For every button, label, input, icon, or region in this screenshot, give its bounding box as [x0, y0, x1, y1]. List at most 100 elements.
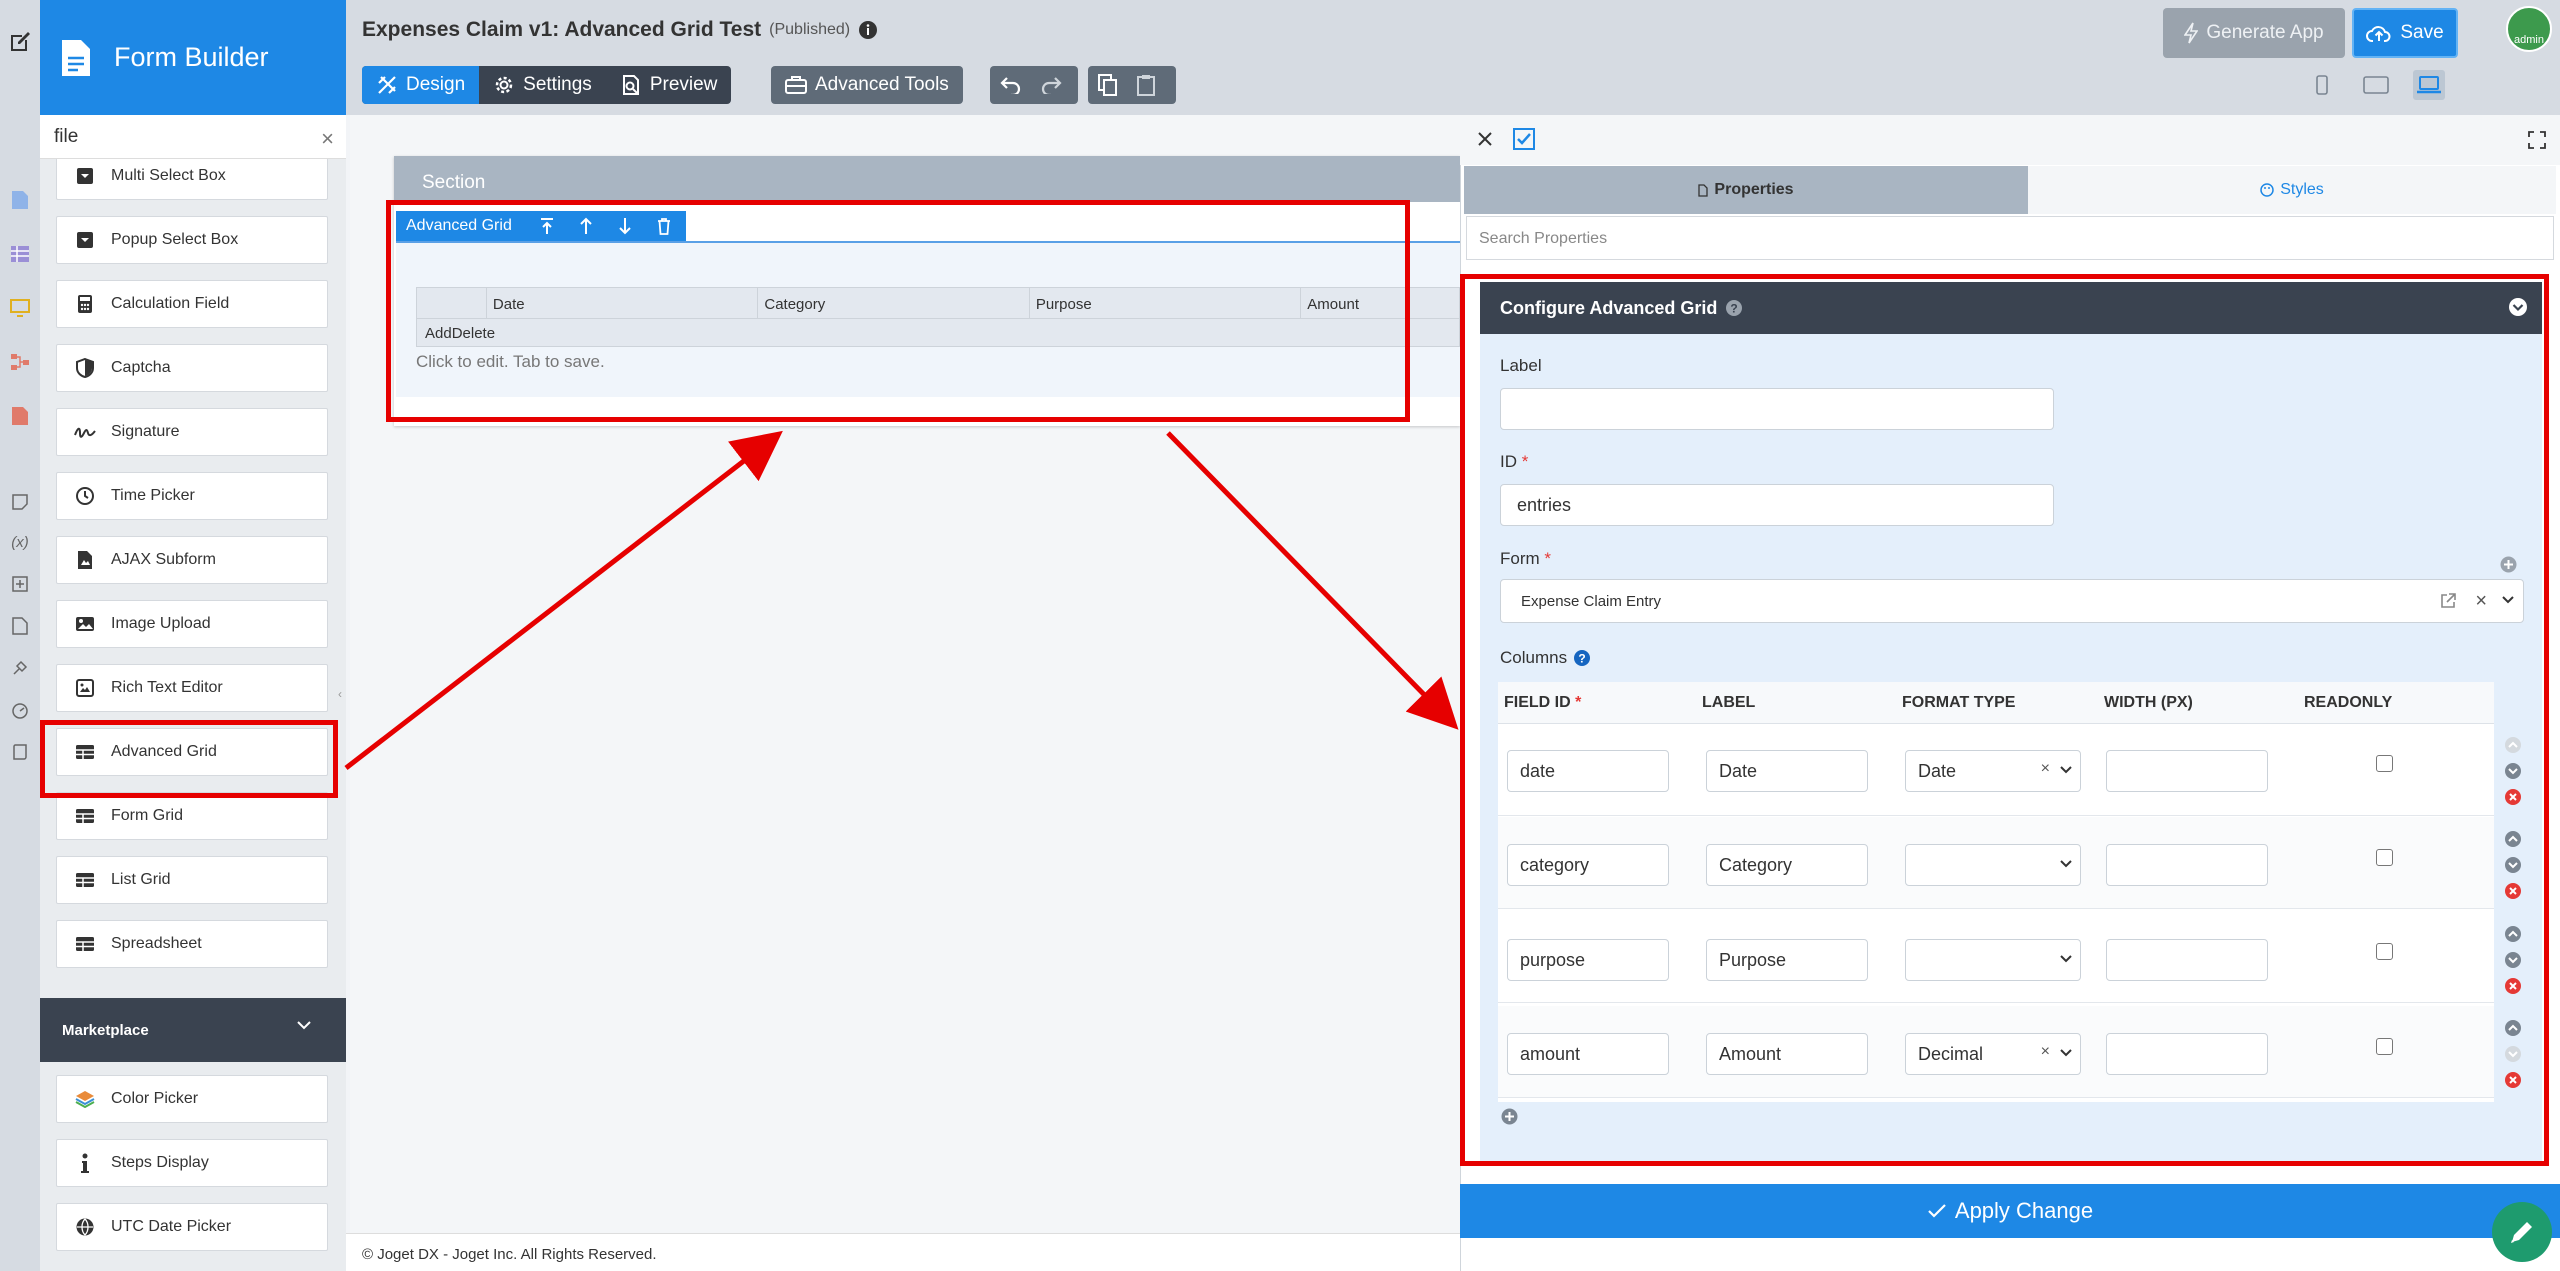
- palette-item-time-picker[interactable]: Time Picker: [56, 472, 328, 520]
- form-icon[interactable]: [8, 188, 32, 212]
- log-icon[interactable]: [8, 740, 32, 764]
- expand-icon[interactable]: [2528, 131, 2546, 149]
- move-down-icon[interactable]: [2504, 1045, 2522, 1063]
- pdf-icon[interactable]: [8, 404, 32, 428]
- generate-app-button[interactable]: Generate App: [2163, 8, 2345, 58]
- remove-row-icon[interactable]: [2504, 977, 2522, 995]
- remove-row-icon[interactable]: [2504, 788, 2522, 806]
- move-up-icon[interactable]: [2504, 925, 2522, 943]
- label-input[interactable]: [1500, 388, 2054, 430]
- width-input[interactable]: [2106, 1033, 2268, 1075]
- width-input[interactable]: [2106, 750, 2268, 792]
- remove-row-icon[interactable]: [2504, 882, 2522, 900]
- width-input[interactable]: [2106, 844, 2268, 886]
- save-button[interactable]: Save: [2352, 8, 2458, 58]
- clear-select-icon[interactable]: ×: [2041, 760, 2050, 778]
- palette-item-advanced-grid[interactable]: Advanced Grid: [56, 728, 328, 776]
- field-id-input[interactable]: amount: [1507, 1033, 1669, 1075]
- palette-item-captcha[interactable]: Captcha: [56, 344, 328, 392]
- undo-button[interactable]: [990, 66, 1032, 104]
- field-id-input[interactable]: purpose: [1507, 939, 1669, 981]
- device-mobile-button[interactable]: [2306, 70, 2338, 100]
- format-type-select[interactable]: [1905, 939, 2081, 981]
- search-properties-input[interactable]: Search Properties: [1466, 216, 2554, 260]
- help-icon[interactable]: ?: [1725, 299, 1743, 317]
- paste-button[interactable]: [1128, 66, 1164, 104]
- move-down-icon[interactable]: [2504, 951, 2522, 969]
- palette-item-image-upload[interactable]: Image Upload: [56, 600, 328, 648]
- info-icon[interactable]: [858, 20, 878, 40]
- palette-item-signature[interactable]: Signature: [56, 408, 328, 456]
- clear-search-icon[interactable]: ×: [321, 126, 334, 152]
- palette-item-color-picker[interactable]: Color Picker: [56, 1075, 328, 1123]
- section-header[interactable]: Section: [394, 156, 1460, 202]
- device-desktop-button[interactable]: [2413, 70, 2445, 100]
- apply-change-button[interactable]: Apply Change: [1460, 1184, 2560, 1238]
- arrow-up-icon[interactable]: [567, 217, 606, 235]
- readonly-checkbox[interactable]: [2376, 1038, 2393, 1055]
- clear-select-icon[interactable]: ×: [2041, 1043, 2050, 1061]
- palette-item-multi-select-box[interactable]: Multi Select Box: [56, 159, 328, 200]
- move-up-icon[interactable]: [2504, 830, 2522, 848]
- checkbox-checked-icon[interactable]: [1513, 128, 1535, 150]
- edit-app-icon[interactable]: [8, 30, 32, 54]
- readonly-checkbox[interactable]: [2376, 943, 2393, 960]
- resources-icon[interactable]: [8, 572, 32, 596]
- tab-settings[interactable]: Settings: [479, 66, 606, 104]
- form-select[interactable]: Expense Claim Entry ×: [1500, 579, 2524, 623]
- format-type-select[interactable]: Decimal ×: [1905, 1033, 2081, 1075]
- field-id-input[interactable]: category: [1507, 844, 1669, 886]
- datalist-icon[interactable]: [8, 242, 32, 266]
- tab-preview[interactable]: Preview: [606, 66, 732, 104]
- palette-item-form-grid[interactable]: Form Grid: [56, 792, 328, 840]
- tab-design[interactable]: Design: [362, 66, 480, 104]
- collapse-chevron-icon[interactable]: [2508, 297, 2528, 317]
- plugin-icon[interactable]: [8, 656, 32, 680]
- label-input[interactable]: Date: [1706, 750, 1868, 792]
- tab-styles[interactable]: Styles: [2028, 166, 2556, 214]
- readonly-checkbox[interactable]: [2376, 755, 2393, 772]
- external-link-icon[interactable]: [2439, 592, 2457, 610]
- move-top-icon[interactable]: [528, 217, 567, 235]
- label-input[interactable]: Purpose: [1706, 939, 1868, 981]
- copy-button[interactable]: [1088, 66, 1128, 104]
- clear-select-icon[interactable]: ×: [2475, 590, 2487, 613]
- palette-item-steps-display[interactable]: Steps Display: [56, 1139, 328, 1187]
- process-icon[interactable]: [8, 350, 32, 374]
- palette-item-ajax-subform[interactable]: AJAX Subform: [56, 536, 328, 584]
- advanced-tools-button[interactable]: Advanced Tools: [771, 66, 963, 104]
- close-icon[interactable]: [1477, 131, 1493, 147]
- label-input[interactable]: Category: [1706, 844, 1868, 886]
- marketplace-header[interactable]: Marketplace: [40, 998, 346, 1062]
- variable-icon[interactable]: (x): [8, 530, 32, 554]
- add-column-icon[interactable]: [1501, 1108, 1518, 1125]
- tab-properties[interactable]: Properties: [1464, 166, 2028, 214]
- move-up-icon[interactable]: [2504, 736, 2522, 754]
- note-icon[interactable]: [8, 490, 32, 514]
- move-down-icon[interactable]: [2504, 856, 2522, 874]
- performance-icon[interactable]: [8, 698, 32, 722]
- move-down-icon[interactable]: [2504, 762, 2522, 780]
- label-input[interactable]: Amount: [1706, 1033, 1868, 1075]
- remove-row-icon[interactable]: [2504, 1071, 2522, 1089]
- format-type-select[interactable]: [1905, 844, 2081, 886]
- configure-header[interactable]: Configure Advanced Grid ?: [1480, 282, 2542, 334]
- palette-search-input[interactable]: file ×: [40, 115, 346, 159]
- userview-icon[interactable]: [8, 296, 32, 320]
- palette-item-utc-date-picker[interactable]: UTC Date Picker: [56, 1203, 328, 1251]
- grid-add-delete[interactable]: AddDelete: [416, 319, 1460, 347]
- help-icon[interactable]: ?: [1573, 649, 1591, 667]
- field-id-input[interactable]: date: [1507, 750, 1669, 792]
- collapse-palette-handle[interactable]: ‹: [334, 664, 346, 724]
- readonly-checkbox[interactable]: [2376, 849, 2393, 866]
- palette-item-calculation-field[interactable]: Calculation Field: [56, 280, 328, 328]
- file-icon[interactable]: [8, 614, 32, 638]
- add-form-icon[interactable]: [2500, 556, 2517, 573]
- palette-item-list-grid[interactable]: List Grid: [56, 856, 328, 904]
- trash-icon[interactable]: [645, 217, 684, 235]
- format-type-select[interactable]: Date ×: [1905, 750, 2081, 792]
- move-up-icon[interactable]: [2504, 1019, 2522, 1037]
- palette-item-popup-select-box[interactable]: Popup Select Box: [56, 216, 328, 264]
- redo-button[interactable]: [1032, 66, 1070, 104]
- chevron-down-icon[interactable]: [2501, 595, 2515, 605]
